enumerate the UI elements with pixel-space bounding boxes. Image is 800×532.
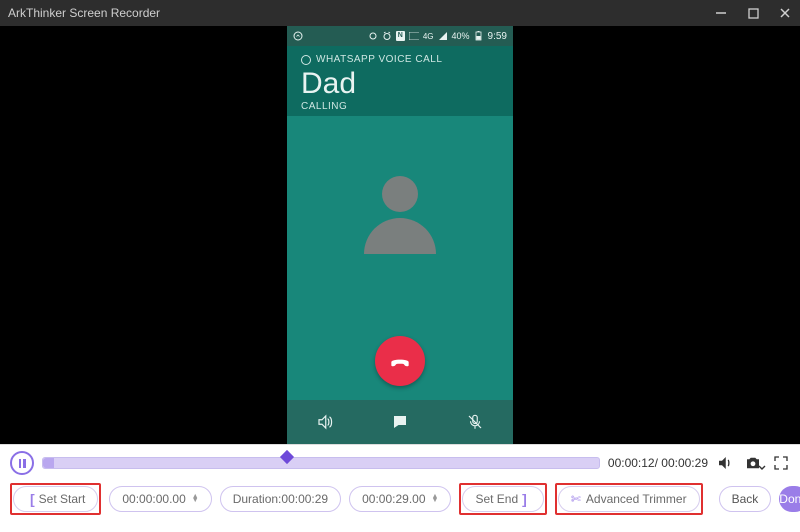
set-end-highlight: Set End ] (459, 483, 546, 515)
set-start-button[interactable]: [ Set Start (13, 486, 98, 512)
phone-hangup-icon (387, 348, 413, 374)
mute-button[interactable] (438, 400, 513, 444)
speaker-button[interactable] (287, 400, 362, 444)
trim-row: [ Set Start 00:00:00.00 ▲▼ Duration:00:0… (10, 483, 790, 515)
contact-avatar-icon (355, 176, 445, 266)
window-controls (714, 6, 792, 20)
whatsapp-status-icon (293, 31, 303, 41)
timeline-slider[interactable] (42, 455, 600, 471)
signal-icon (438, 31, 448, 41)
hangup-area (287, 326, 513, 400)
alarm-icon (382, 31, 392, 41)
end-time-field[interactable]: 00:00:29.00 ▲▼ (349, 486, 451, 512)
chevron-down-icon (758, 464, 766, 472)
fullscreen-button[interactable] (772, 454, 790, 472)
set-start-highlight: [ Set Start (10, 483, 101, 515)
start-time-value: 00:00:00.00 (122, 492, 185, 506)
done-label: Done (779, 492, 800, 506)
minimize-button[interactable] (714, 6, 728, 20)
chat-icon (391, 413, 409, 431)
set-start-label: Set Start (39, 492, 86, 506)
time-counter: 00:00:12/ 00:00:29 (608, 456, 708, 470)
back-label: Back (732, 492, 759, 506)
speaker-icon (316, 413, 334, 431)
back-button[interactable]: Back (719, 486, 772, 512)
pause-button[interactable] (10, 451, 34, 475)
fullscreen-icon (773, 455, 789, 471)
call-actions (287, 400, 513, 444)
advanced-trimmer-button[interactable]: ✄ Advanced Trimmer (558, 486, 700, 512)
timeline-selection (43, 458, 54, 468)
timeline-playhead[interactable] (280, 450, 294, 464)
nfc-badge: N (396, 31, 405, 41)
window-titlebar: ArkThinker Screen Recorder (0, 0, 800, 26)
done-button[interactable]: Done (779, 486, 800, 512)
bracket-open-icon: [ (30, 491, 35, 507)
time-total: 00:00:29 (661, 456, 708, 470)
scissors-icon: ✄ (571, 492, 581, 506)
chat-button[interactable] (362, 400, 437, 444)
hangup-button[interactable] (375, 336, 425, 386)
set-end-button[interactable]: Set End ] (462, 486, 543, 512)
time-current: 00:00:12 (608, 456, 655, 470)
pause-icon (19, 459, 26, 468)
stepper-icon[interactable]: ▲▼ (432, 495, 439, 503)
volume-icon (716, 454, 734, 472)
maximize-button[interactable] (746, 6, 760, 20)
volume-button[interactable] (716, 454, 734, 472)
duration-label: Duration:00:00:29 (233, 492, 328, 506)
stepper-icon[interactable]: ▲▼ (192, 495, 199, 503)
volte-icon (409, 31, 419, 41)
whatsapp-label-text: WHATSAPP VOICE CALL (316, 54, 442, 65)
end-time-value: 00:00:29.00 (362, 492, 425, 506)
battery-percent: 40% (452, 31, 470, 41)
sync-icon (368, 31, 378, 41)
bracket-close-icon: ] (522, 491, 527, 507)
video-preview-area: N 4G 40% 9:59 WHATSAPP VOICE CALL Dad CA… (0, 26, 800, 444)
snapshot-button[interactable] (744, 454, 762, 472)
close-button[interactable] (778, 6, 792, 20)
playback-row: 00:00:12/ 00:00:29 (10, 451, 790, 475)
battery-icon (474, 31, 484, 41)
phone-statusbar: N 4G 40% 9:59 (287, 26, 513, 46)
avatar-area (287, 116, 513, 326)
caller-name: Dad (301, 67, 499, 101)
call-state: CALLING (301, 101, 499, 112)
duration-field: Duration:00:00:29 (220, 486, 341, 512)
advanced-trimmer-label: Advanced Trimmer (586, 492, 687, 506)
editor-panel: 00:00:12/ 00:00:29 [ Set Start 00:00:00.… (0, 444, 800, 532)
set-end-label: Set End (475, 492, 518, 506)
mic-off-icon (466, 413, 484, 431)
advanced-trimmer-highlight: ✄ Advanced Trimmer (555, 483, 703, 515)
network-4g: 4G (423, 32, 434, 41)
call-header: WHATSAPP VOICE CALL Dad CALLING (287, 46, 513, 116)
clock-time: 9:59 (488, 31, 507, 42)
whatsapp-call-label: WHATSAPP VOICE CALL (301, 54, 499, 65)
start-time-field[interactable]: 00:00:00.00 ▲▼ (109, 486, 211, 512)
whatsapp-ring-icon (301, 55, 311, 65)
app-title: ArkThinker Screen Recorder (8, 6, 160, 20)
phone-screen: N 4G 40% 9:59 WHATSAPP VOICE CALL Dad CA… (287, 26, 513, 444)
